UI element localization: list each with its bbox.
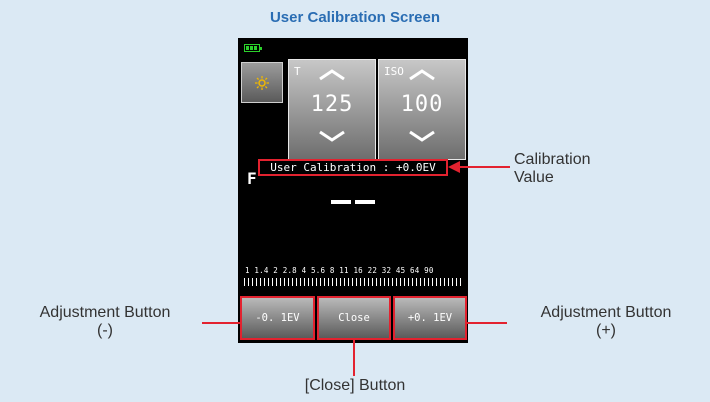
mode-button[interactable]: [241, 62, 283, 103]
callout-line: [467, 322, 507, 324]
plus-adjust-button[interactable]: +0. 1EV: [393, 296, 467, 340]
device-screen: T 125 ISO 100 User Calibration : +0.0EV …: [238, 38, 468, 343]
callout-line: [458, 166, 510, 168]
page-title: User Calibration Screen: [269, 9, 441, 26]
iso-tile[interactable]: ISO 100: [378, 59, 466, 160]
battery-icon: [244, 44, 262, 52]
aperture-label: F: [247, 169, 257, 188]
chevron-down-icon[interactable]: [318, 130, 346, 142]
callout-line: [202, 322, 240, 324]
chevron-up-icon[interactable]: [318, 69, 346, 81]
shutter-speed-tile[interactable]: T 125: [288, 59, 376, 160]
iso-label: ISO: [384, 65, 404, 78]
chevron-down-icon[interactable]: [408, 130, 436, 142]
close-button[interactable]: Close: [317, 296, 391, 340]
callout-adjust-plus: Adjustment Button (+): [540, 304, 672, 339]
shutter-value: 125: [310, 92, 354, 117]
aperture-dash: [355, 200, 375, 204]
sun-icon: [255, 76, 269, 90]
chevron-up-icon[interactable]: [408, 69, 436, 81]
shutter-label: T: [294, 65, 301, 78]
callout-calibration-value: Calibration Value: [514, 151, 591, 186]
callout-line: [353, 340, 355, 376]
scale-ticks: [244, 278, 462, 286]
aperture-dash: [331, 200, 351, 204]
callout-adjust-minus: Adjustment Button (-): [39, 304, 171, 339]
arrowhead-icon: [448, 161, 460, 173]
calibration-value-display: User Calibration : +0.0EV: [258, 159, 448, 176]
iso-value: 100: [400, 92, 444, 117]
callout-close-button: [Close] Button: [304, 377, 406, 394]
minus-adjust-button[interactable]: -0. 1EV: [240, 296, 315, 340]
aperture-scale: 1 1.4 2 2.8 4 5.6 8 11 16 22 32 45 64 90: [245, 266, 434, 275]
